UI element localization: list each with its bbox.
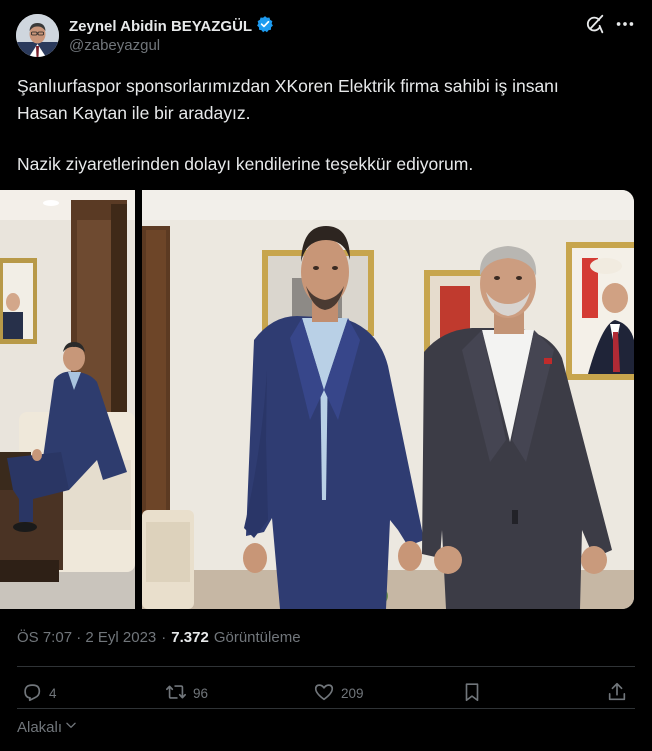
author-display-name[interactable]: Zeynel Abidin BEYAZGÜL <box>69 18 252 35</box>
divider <box>17 708 635 709</box>
views-label: Görüntüleme <box>213 629 301 646</box>
repost-button[interactable]: 96 <box>165 678 208 708</box>
tweet-action-bar: 4 96 209 <box>17 678 635 708</box>
reply-icon <box>21 681 43 706</box>
tweet-time-link[interactable]: ÖS 7:07 · 2 Eyl 2023 <box>17 629 156 646</box>
tweet-photo-1[interactable] <box>0 190 135 609</box>
verified-badge-icon <box>256 15 274 38</box>
tweet-time: ÖS 7:07 <box>17 629 73 646</box>
grok-icon[interactable] <box>584 13 606 35</box>
chevron-down-icon <box>64 718 78 736</box>
tweet-media <box>0 190 636 609</box>
bookmark-button[interactable] <box>461 678 483 708</box>
tweet-text-line-3: Nazik ziyaretlerinden dolayı kendilerine… <box>17 154 474 174</box>
author-handle[interactable]: @zabeyazgul <box>69 37 160 54</box>
more-icon[interactable] <box>614 13 636 35</box>
like-icon <box>313 681 335 706</box>
tweet-meta: ÖS 7:07 · 2 Eyl 2023 · 7.372 Görüntüleme <box>17 629 301 646</box>
like-button[interactable]: 209 <box>313 678 364 708</box>
repost-icon <box>165 681 187 706</box>
meta-separator: · <box>161 629 167 646</box>
like-count: 209 <box>341 685 364 701</box>
tweet-text-line-2: Hasan Kaytan ile bir aradayız. <box>17 103 251 123</box>
relevant-label: Alakalı <box>17 718 63 736</box>
bookmark-icon <box>461 681 483 706</box>
tweet-text: Şanlıurfaspor sponsorlarımızdan XKoren E… <box>17 73 637 178</box>
views-count: 7.372 <box>171 629 209 646</box>
avatar[interactable] <box>16 14 59 57</box>
share-button[interactable] <box>606 678 628 708</box>
reply-count: 4 <box>49 685 57 701</box>
meta-separator: · <box>76 629 82 646</box>
repost-count: 96 <box>193 685 209 701</box>
tweet-date: 2 Eyl 2023 <box>85 629 157 646</box>
author-name-row: Zeynel Abidin BEYAZGÜL <box>69 15 274 38</box>
relevant-replies-dropdown[interactable]: Alakalı <box>17 718 78 736</box>
tweet-text-line-1: Şanlıurfaspor sponsorlarımızdan XKoren E… <box>17 76 559 96</box>
reply-button[interactable]: 4 <box>21 678 57 708</box>
divider <box>17 666 635 667</box>
tweet-photo-2[interactable] <box>142 190 634 609</box>
share-icon <box>606 681 628 706</box>
